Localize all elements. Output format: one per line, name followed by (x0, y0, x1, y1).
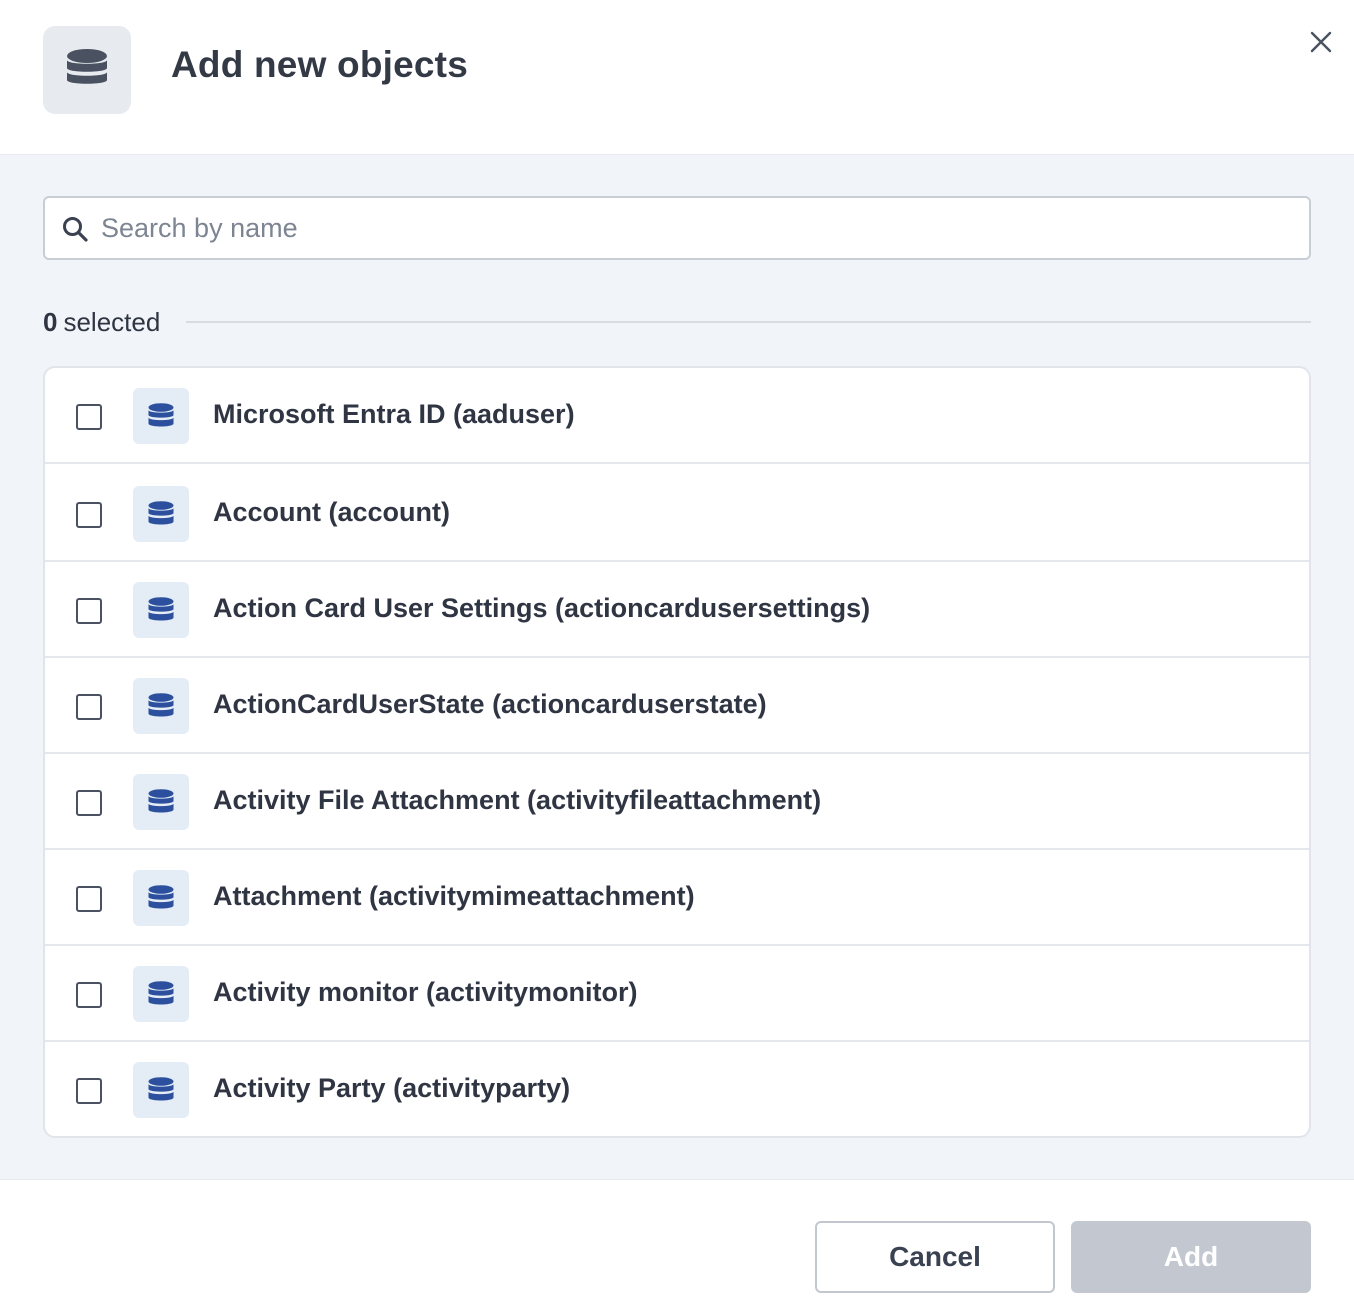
item-label: Microsoft Entra ID (aaduser) (213, 399, 575, 429)
list-item[interactable]: Microsoft Entra ID (aaduser) (45, 368, 1309, 464)
list-item[interactable]: Activity monitor (activitymonitor) (45, 946, 1309, 1042)
database-icon (133, 1062, 189, 1118)
list-item[interactable]: Activity Party (activityparty) (45, 1042, 1309, 1136)
item-checkbox[interactable] (76, 886, 102, 912)
item-checkbox[interactable] (76, 404, 102, 430)
list-item[interactable]: Attachment (activitymimeattachment) (45, 850, 1309, 946)
close-icon[interactable] (1303, 24, 1339, 60)
item-label: Activity Party (activityparty) (213, 1073, 571, 1103)
database-icon (133, 678, 189, 734)
item-label: Activity File Attachment (activityfileat… (213, 785, 822, 815)
item-checkbox[interactable] (76, 598, 102, 624)
cancel-button[interactable]: Cancel (815, 1221, 1055, 1293)
item-checkbox[interactable] (76, 502, 102, 528)
add-button[interactable]: Add (1071, 1221, 1311, 1293)
database-icon (133, 388, 189, 444)
database-icon (133, 774, 189, 830)
dialog-body: 0 selected Microsoft Entra ID (aaduser) … (0, 155, 1354, 1179)
list-item[interactable]: ActionCardUserState (actioncarduserstate… (45, 658, 1309, 754)
item-label: ActionCardUserState (actioncarduserstate… (213, 689, 767, 719)
object-list: Microsoft Entra ID (aaduser) Account (ac… (43, 366, 1311, 1138)
item-checkbox[interactable] (76, 982, 102, 1008)
database-icon (133, 486, 189, 542)
item-label: Account (account) (213, 497, 451, 527)
item-checkbox[interactable] (76, 1078, 102, 1104)
item-checkbox[interactable] (76, 790, 102, 816)
search-input[interactable] (101, 206, 1291, 250)
search-icon (63, 217, 88, 242)
search-box[interactable] (43, 196, 1311, 260)
divider (186, 321, 1311, 323)
list-item[interactable]: Account (account) (45, 466, 1309, 562)
list-item[interactable]: Action Card User Settings (actioncarduse… (45, 562, 1309, 658)
database-icon (133, 870, 189, 926)
list-item[interactable]: Activity File Attachment (activityfileat… (45, 754, 1309, 850)
item-checkbox[interactable] (76, 694, 102, 720)
dialog-title: Add new objects (171, 44, 468, 85)
database-icon (43, 26, 131, 114)
item-label: Action Card User Settings (actioncarduse… (213, 593, 871, 623)
selected-label: selected (63, 306, 161, 337)
database-icon (133, 966, 189, 1022)
selection-summary: 0 selected (43, 305, 1311, 339)
add-objects-dialog: Add new objects 0 selected (0, 0, 1354, 1316)
item-label: Activity monitor (activitymonitor) (213, 977, 638, 1007)
item-label: Attachment (activitymimeattachment) (213, 881, 695, 911)
dialog-footer: Cancel Add (0, 1179, 1354, 1316)
database-icon (133, 582, 189, 638)
dialog-header: Add new objects (0, 0, 1354, 155)
selected-count: 0 (43, 306, 58, 337)
